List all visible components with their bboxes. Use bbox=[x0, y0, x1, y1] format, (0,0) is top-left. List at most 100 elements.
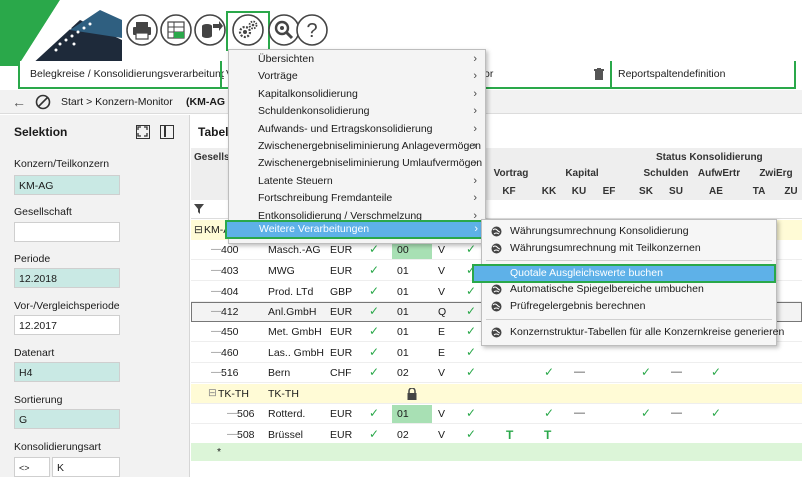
tab-third[interactable]: or bbox=[484, 61, 504, 87]
col-ta[interactable]: TA bbox=[749, 186, 769, 197]
submenu-item[interactable]: Prüfregelergebnis berechnen bbox=[484, 298, 774, 315]
cancel-circle-icon[interactable] bbox=[35, 94, 51, 110]
database-export-icon[interactable] bbox=[194, 14, 226, 46]
col-kk[interactable]: KK bbox=[539, 186, 559, 197]
funnel-icon[interactable] bbox=[194, 204, 204, 214]
row-currency: EUR bbox=[330, 244, 353, 256]
submenu-item[interactable]: Konzernstruktur-Tabellen für alle Konzer… bbox=[484, 324, 784, 341]
row-period: 01 bbox=[397, 286, 409, 298]
menu-item[interactable]: Schuldenkonsolidierung › bbox=[230, 103, 484, 120]
tree-connector: — bbox=[227, 407, 238, 419]
sortierung-field[interactable]: G bbox=[14, 409, 120, 429]
row-period: 01 bbox=[397, 326, 409, 338]
row-currency: EUR bbox=[330, 265, 353, 277]
row-currency: EUR bbox=[330, 408, 353, 420]
row-currency: GBP bbox=[330, 286, 353, 298]
row-code: 450 bbox=[221, 326, 239, 338]
vorperiode-field[interactable]: 12.2017 bbox=[14, 315, 120, 335]
check-icon: ✓ bbox=[466, 345, 477, 359]
submenu-item[interactable]: Währungsumrechnung Konsolidierung bbox=[484, 223, 774, 240]
check-icon: ✓ bbox=[544, 406, 555, 420]
col-gesellschaft-header[interactable]: Gesells bbox=[194, 152, 230, 163]
submenu-item[interactable]: Währungsumrechnung mit Teilkonzernen bbox=[484, 240, 774, 257]
tab-belegkreise[interactable]: Belegkreise / Konsolidierungsverarbeitun… bbox=[30, 61, 224, 87]
check-icon: ✓ bbox=[369, 324, 380, 338]
check-icon: ✓ bbox=[369, 284, 380, 298]
breadcrumb[interactable]: Start > Konzern-Monitor bbox=[61, 90, 173, 114]
menu-item[interactable]: Zwischenergebniseliminierung Umlaufvermö… bbox=[230, 155, 484, 172]
help-icon[interactable]: ? bbox=[296, 14, 328, 46]
tree-connector: — bbox=[211, 346, 222, 358]
menu-item[interactable]: Übersichten › bbox=[230, 51, 484, 68]
konsart-value[interactable]: K bbox=[52, 457, 120, 477]
check-icon: ✓ bbox=[466, 304, 477, 318]
row-type: E bbox=[438, 326, 446, 338]
col-su[interactable]: SU bbox=[666, 186, 686, 197]
new-row-marker: * bbox=[217, 446, 222, 458]
vorperiode-label: Vor-/Vergleichsperiode bbox=[14, 300, 120, 312]
col-sk[interactable]: SK bbox=[636, 186, 656, 197]
globe-icon bbox=[491, 327, 502, 338]
collapse-panel-icon[interactable] bbox=[160, 125, 174, 139]
selection-panel: Selektion Konzern/Teilkonzern KM-AG Gese… bbox=[0, 115, 190, 477]
col-ae[interactable]: AE bbox=[706, 186, 726, 197]
new-row[interactable] bbox=[191, 443, 802, 461]
tree-toggle[interactable]: ⊟ bbox=[194, 224, 203, 236]
row-period: 01 bbox=[397, 265, 409, 277]
row-code: 508 bbox=[237, 429, 255, 441]
menu-item[interactable]: Aufwands- und Ertragskonsolidierung › bbox=[230, 121, 484, 138]
tab-reportspalten[interactable]: Reportspaltendefinition bbox=[618, 61, 788, 87]
expand-icon[interactable] bbox=[136, 125, 150, 139]
submenu-item-label: Prüfregelergebnis berechnen bbox=[510, 300, 646, 312]
tree-connector: — bbox=[211, 264, 222, 276]
col-zu[interactable]: ZU bbox=[781, 186, 801, 197]
gesellschaft-field[interactable] bbox=[14, 222, 120, 242]
datenart-field[interactable]: H4 bbox=[14, 362, 120, 382]
submenu-item[interactable]: Automatische Spiegelbereiche umbuchen bbox=[484, 281, 774, 298]
konsart-label: Konsolidierungsart bbox=[14, 441, 101, 453]
col-kf[interactable]: KF bbox=[499, 186, 519, 197]
row-currency: CHF bbox=[330, 367, 352, 379]
trash-icon[interactable] bbox=[594, 68, 604, 80]
row-code: 400 bbox=[221, 244, 239, 256]
row-type: V bbox=[438, 408, 446, 420]
globe-icon bbox=[491, 284, 502, 295]
excel-export-icon[interactable] bbox=[160, 14, 192, 46]
periode-field[interactable]: 12.2018 bbox=[14, 268, 120, 288]
menu-item-label: Aufwands- und Ertragskonsolidierung bbox=[258, 122, 433, 135]
sortierung-label: Sortierung bbox=[14, 394, 63, 406]
group-schulden: Schulden bbox=[643, 168, 689, 179]
col-ku[interactable]: KU bbox=[569, 186, 589, 197]
menu-item[interactable]: Zwischenergebniseliminierung Anlagevermö… bbox=[230, 138, 484, 155]
check-icon: ✓ bbox=[369, 427, 380, 441]
chevron-right-icon: › bbox=[473, 105, 477, 118]
check-icon: ✓ bbox=[369, 365, 380, 379]
chevron-right-icon: › bbox=[473, 70, 477, 83]
check-icon: ✓ bbox=[369, 406, 380, 420]
tab-separator bbox=[220, 61, 222, 87]
konsart-operator[interactable]: <> bbox=[14, 457, 50, 477]
menu-item[interactable]: Kapitalkonsolidierung › bbox=[230, 86, 484, 103]
row-code: 412 bbox=[221, 306, 239, 318]
chevron-right-icon: › bbox=[473, 192, 477, 205]
check-icon: ✓ bbox=[466, 324, 477, 338]
menu-item[interactable]: Latente Steuern › bbox=[230, 173, 484, 190]
table-title: Tabel bbox=[198, 125, 229, 139]
menu-item[interactable]: Vorträge › bbox=[230, 68, 484, 85]
partial-status-icon: T bbox=[506, 428, 514, 442]
konzern-field[interactable]: KM-AG bbox=[14, 175, 120, 195]
check-icon: ✓ bbox=[711, 406, 722, 420]
submenu-item-label: Währungsumrechnung Konsolidierung bbox=[510, 225, 689, 237]
chevron-right-icon: › bbox=[473, 87, 477, 100]
row-code: TK-TH bbox=[218, 388, 249, 400]
tree-connector: — bbox=[211, 243, 222, 255]
menu-item[interactable]: Fortschreibung Fremdanteile › bbox=[230, 190, 484, 207]
periode-label: Periode bbox=[14, 253, 51, 265]
row-code: 404 bbox=[221, 286, 239, 298]
row-name: Met. GmbH bbox=[268, 326, 322, 338]
row-currency: EUR bbox=[330, 347, 353, 359]
col-ef[interactable]: EF bbox=[599, 186, 619, 197]
back-arrow-icon[interactable]: ← bbox=[12, 90, 26, 114]
menu-item[interactable]: Weitere Verarbeitungen › bbox=[225, 220, 487, 239]
printer-icon[interactable] bbox=[126, 14, 158, 46]
